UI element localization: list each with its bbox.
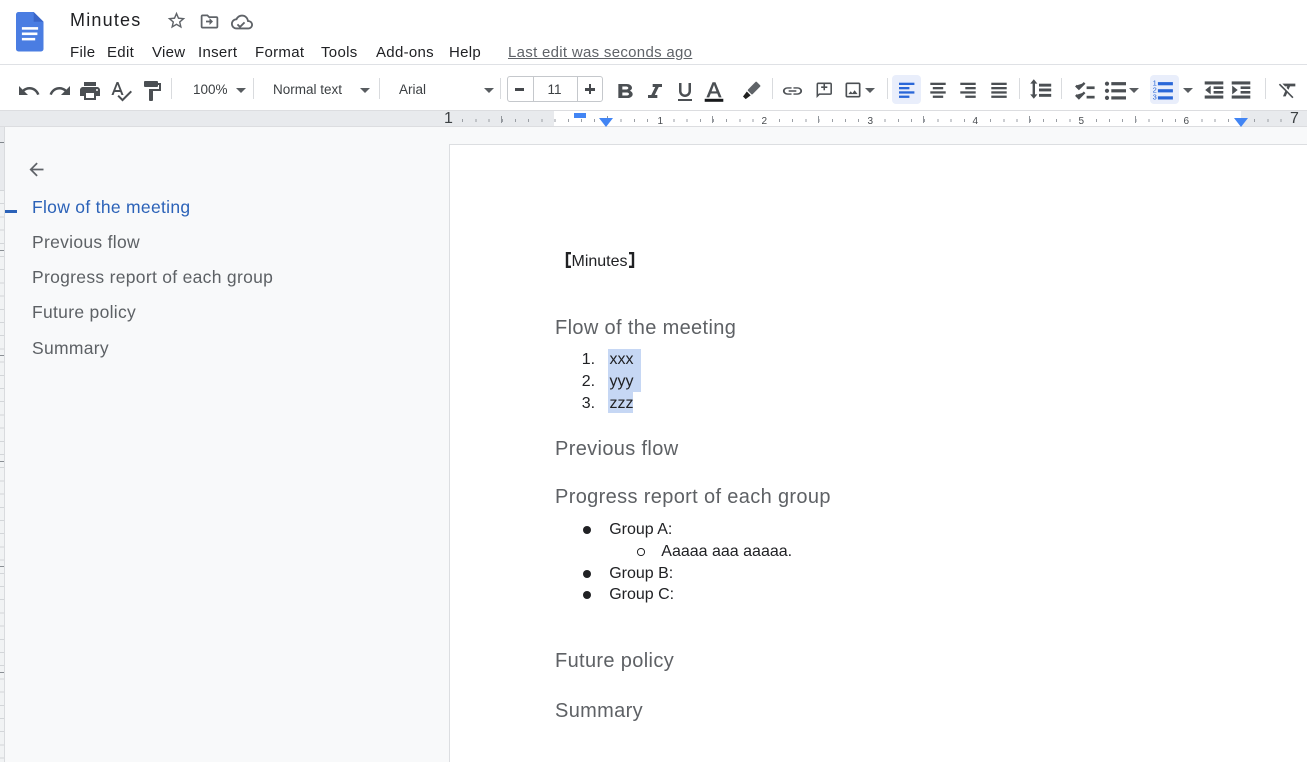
svg-text:3: 3 — [1153, 93, 1157, 102]
